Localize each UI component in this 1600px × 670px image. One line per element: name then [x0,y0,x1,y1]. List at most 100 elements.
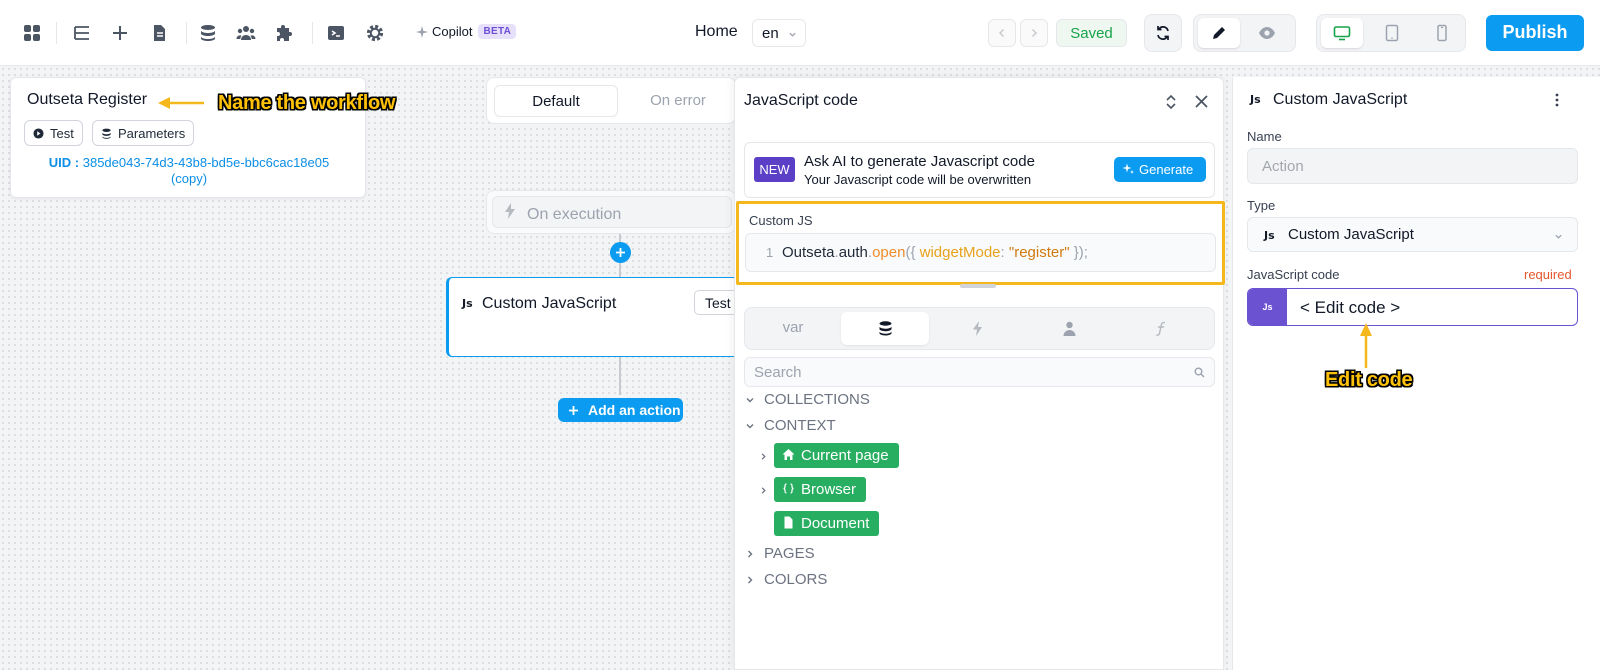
tablet-view-button[interactable] [1371,18,1413,48]
generate-button[interactable]: Generate [1114,157,1206,182]
desktop-view-button[interactable] [1321,18,1363,48]
search-icon [1194,367,1205,378]
tab-user[interactable] [1025,312,1113,345]
user-icon [1063,321,1075,336]
js-code-badge: Js [1248,289,1287,325]
users-icon[interactable] [236,23,256,43]
js-icon: Js [1264,229,1275,242]
tablet-icon [1385,24,1399,42]
trigger-node[interactable]: On execution [486,190,736,234]
chevron-down-icon [789,32,796,37]
action-properties-panel: Js Custom JavaScript Name Action Type Js… [1232,77,1600,670]
tab-workflow[interactable] [933,312,1021,345]
annotation-arrow-up-icon [1360,323,1372,368]
add-action-label: Add an action [588,402,681,418]
action-title: Custom JavaScript [482,295,617,312]
beta-badge: BETA [478,24,517,39]
insert-step-button[interactable] [610,242,631,263]
publish-button[interactable]: Publish [1486,15,1584,51]
copilot-button[interactable]: Copilot BETA [416,24,517,39]
tab-functions[interactable] [1117,312,1205,345]
tree-pill-current-page[interactable]: Current page [774,443,899,468]
tree-colors[interactable]: COLORS [745,571,827,588]
tree-pill-browser[interactable]: Browser [774,477,867,502]
tree-label: Document [801,515,870,532]
database-stack-icon [102,128,111,139]
code-token: open [872,244,906,261]
connector-line [619,357,621,395]
code-editor[interactable]: 1 Outseta.auth.open({ widgetMode: "regis… [745,233,1216,272]
tab-default[interactable]: Default [494,85,618,117]
formula-source-tabs: var [744,307,1215,350]
tree-collections[interactable]: COLLECTIONS [745,391,870,408]
parameters-label: Parameters [118,126,186,141]
terminal-icon[interactable] [326,23,346,43]
tree-pill-document[interactable]: Document [774,511,880,536]
chevron-left-icon [998,28,1005,38]
add-plus-icon[interactable] [110,23,130,43]
tab-variables[interactable]: var [749,312,837,345]
uid-value: 385de043-74d3-43b8-bd5e-bbc6cac18e05 [82,155,330,170]
code-token: : [1000,244,1009,261]
tab-data[interactable] [841,312,929,345]
function-icon [1155,321,1165,336]
properties-title: Custom JavaScript [1273,91,1408,108]
add-action-button[interactable]: Add an action [558,398,683,422]
tree-pages[interactable]: PAGES [745,545,815,562]
name-field-label: Name [1247,129,1282,144]
action-node-custom-js[interactable]: Js Custom JavaScript Test [446,277,754,357]
settings-gear-icon[interactable] [365,23,385,43]
sync-button-group [1144,14,1182,52]
current-page-name[interactable]: Home [695,23,738,41]
saved-status-badge: Saved [1056,19,1127,47]
js-icon: Js [462,297,473,310]
workflow-uid: UID : 385de043-74d3-43b8-bd5e-bbc6cac18e… [11,155,367,187]
sync-button[interactable] [1145,18,1181,48]
generate-label: Generate [1139,162,1194,177]
close-icon[interactable] [1194,94,1209,109]
chevron-right-icon[interactable] [759,486,768,495]
annotation-name-workflow: Name the workflow [218,92,396,114]
tree-label: PAGES [764,545,815,562]
tree-context[interactable]: CONTEXT [745,417,836,434]
name-input[interactable]: Action [1247,148,1578,184]
test-workflow-button[interactable]: Test [24,120,83,146]
apps-grid-icon[interactable] [22,23,42,43]
page-document-icon[interactable] [149,23,169,43]
tab-on-error[interactable]: On error [618,85,738,117]
chevron-right-icon[interactable] [759,452,768,461]
tree-label: CONTEXT [764,417,836,434]
home-icon [782,449,795,460]
code-line: Outseta.auth.open({ widgetMode: "registe… [782,244,1088,261]
search-input[interactable]: Search [744,357,1215,387]
database-icon[interactable] [198,23,218,43]
expand-collapse-icon[interactable] [1164,94,1178,110]
language-select[interactable]: en [752,19,806,47]
preview-mode-button[interactable] [1246,18,1288,48]
redo-forward-button[interactable] [1020,19,1048,47]
copy-uid-link[interactable]: (copy) [11,171,367,187]
device-toggle-group [1316,14,1466,52]
undo-back-button[interactable] [988,19,1016,47]
eye-icon [1259,27,1275,39]
plus-icon [616,248,625,257]
edit-mode-button[interactable] [1198,18,1240,48]
chevron-down-icon [746,423,754,428]
connector-line [619,263,621,277]
code-token: Outseta [782,244,835,261]
layers-tree-icon[interactable] [72,23,92,43]
type-select[interactable]: Js Custom JavaScript [1247,217,1578,252]
plugin-puzzle-icon[interactable] [275,23,295,43]
mobile-view-button[interactable] [1421,18,1463,48]
trigger-label: On execution [527,206,622,223]
ai-title: Ask AI to generate Javascript code [804,153,1035,170]
parameters-button[interactable]: Parameters [92,120,195,146]
resize-drag-handle[interactable] [960,284,996,288]
workflow-title[interactable]: Outseta Register [27,91,147,109]
line-number: 1 [766,245,774,260]
play-circle-icon [33,128,44,139]
more-vertical-icon[interactable] [1555,92,1559,108]
bolt-icon [505,203,515,219]
custom-js-label: Custom JS [749,213,813,228]
edit-code-button[interactable]: Js < Edit code > [1247,288,1578,326]
